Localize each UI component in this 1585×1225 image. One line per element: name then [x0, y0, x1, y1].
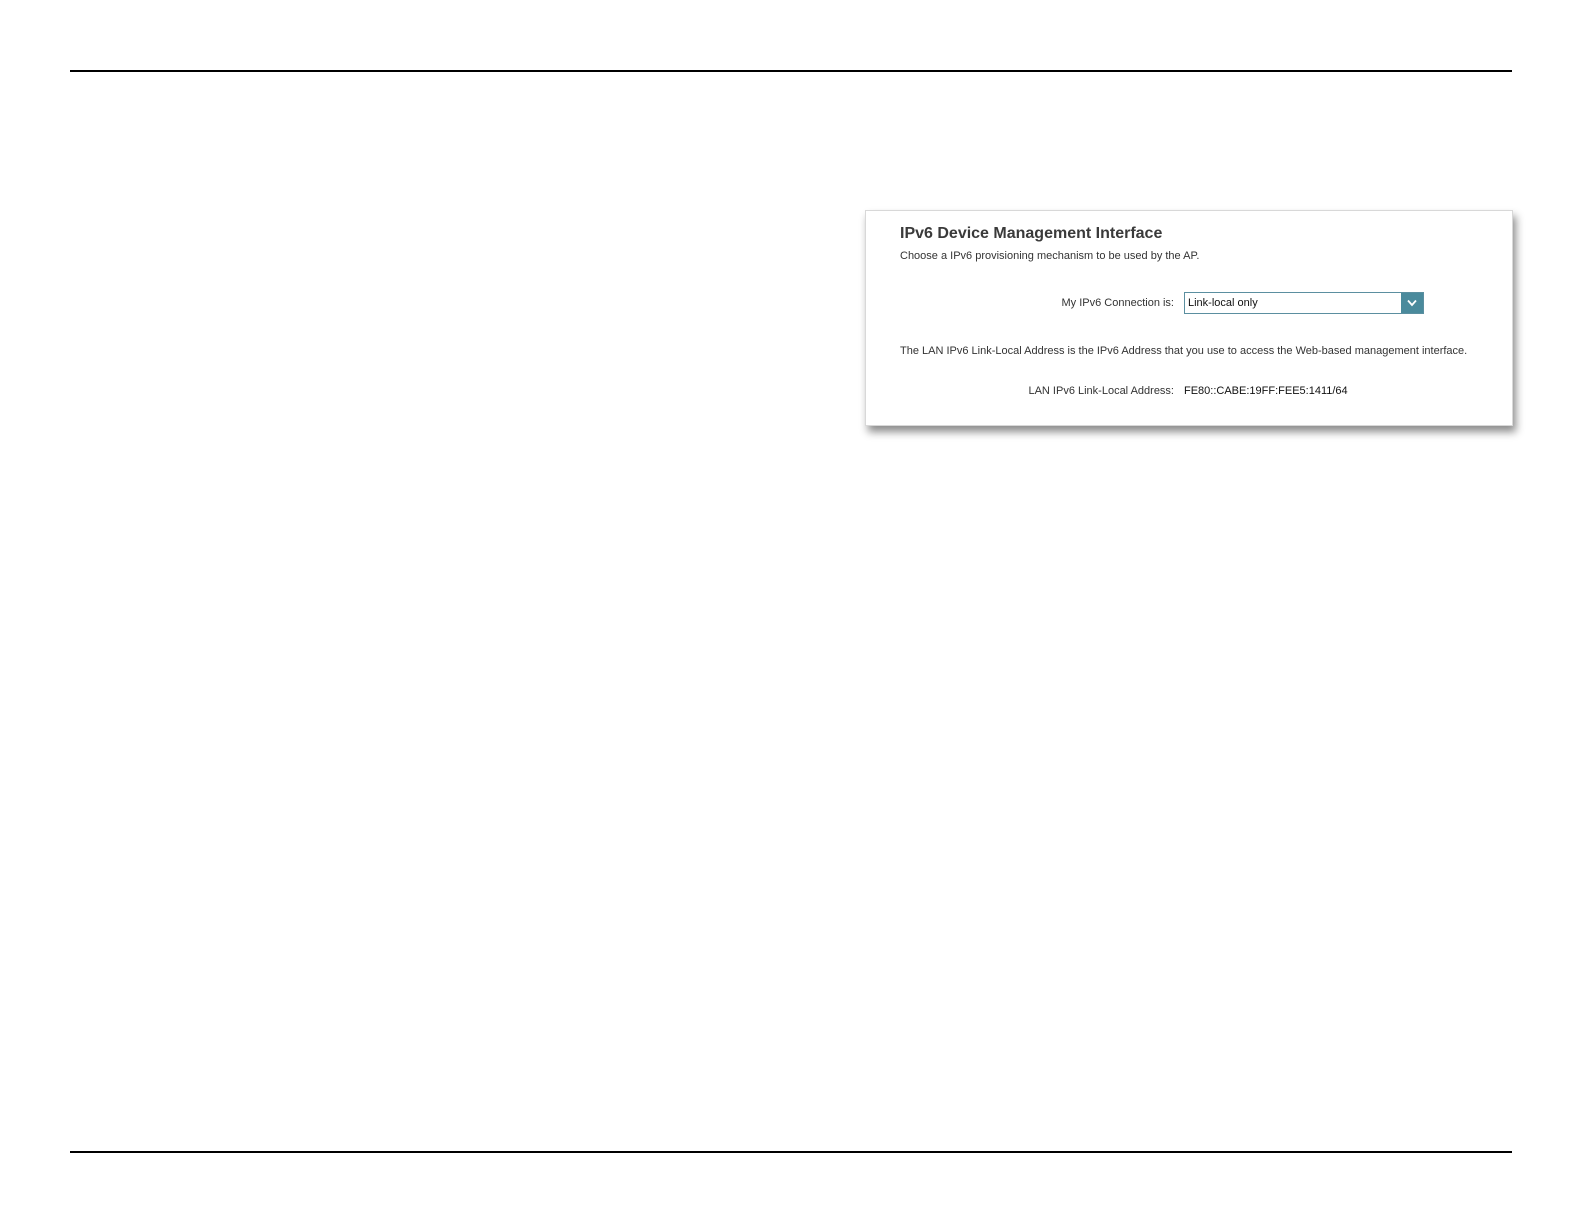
- ipv6-management-panel: IPv6 Device Management Interface Choose …: [865, 210, 1513, 426]
- connection-type-select[interactable]: Link-local only: [1184, 292, 1424, 314]
- manual-page: IPv6 Device Management Interface Choose …: [0, 0, 1585, 1225]
- footer-divider: [70, 1151, 1512, 1153]
- panel-title: IPv6 Device Management Interface: [900, 225, 1163, 242]
- link-local-address-label: LAN IPv6 Link-Local Address:: [1028, 385, 1174, 397]
- panel-description: Choose a IPv6 provisioning mechanism to …: [900, 250, 1200, 262]
- link-local-info-text: The LAN IPv6 Link-Local Address is the I…: [900, 345, 1468, 357]
- connection-type-value: Link-local only: [1188, 297, 1258, 309]
- header-divider: [70, 70, 1512, 72]
- link-local-address-value: FE80::CABE:19FF:FEE5:1411/64: [1184, 385, 1348, 397]
- connection-type-label: My IPv6 Connection is:: [1061, 297, 1175, 309]
- chevron-down-icon[interactable]: [1401, 293, 1423, 313]
